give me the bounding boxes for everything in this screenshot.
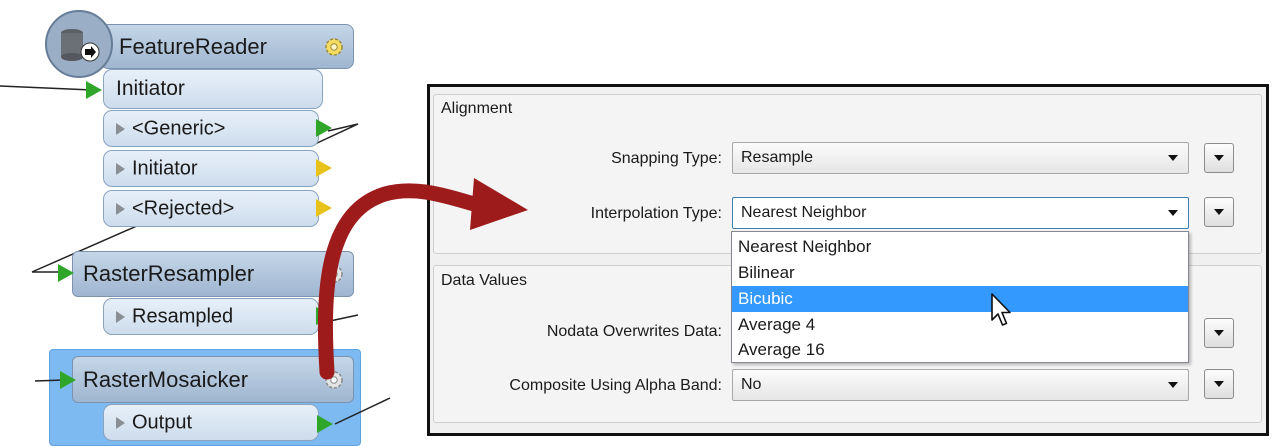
callout-arrow-icon [317,178,528,380]
